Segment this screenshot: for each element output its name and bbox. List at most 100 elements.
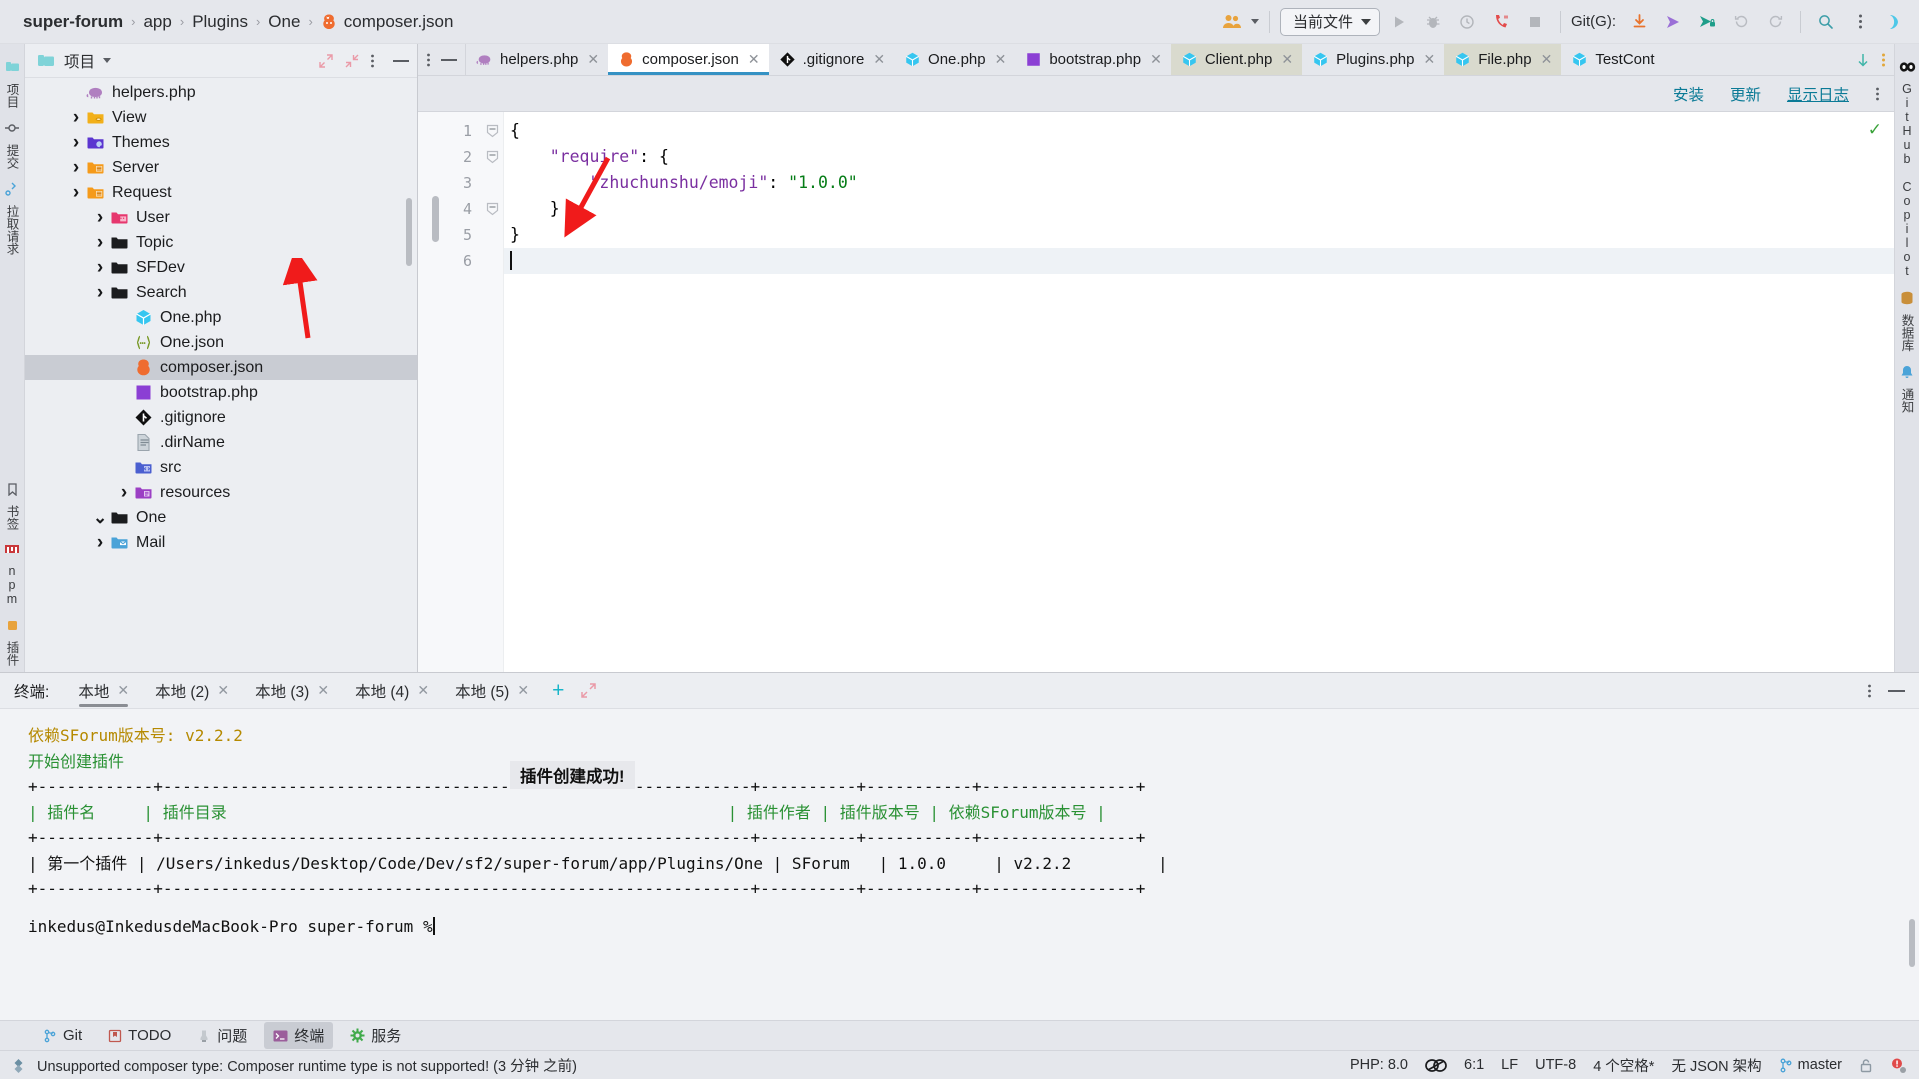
hide-terminal-icon[interactable] xyxy=(1888,689,1905,692)
project-tree[interactable]: helpers.php › View › Themes › Server › Request › U… xyxy=(25,78,417,672)
search-everywhere-icon[interactable] xyxy=(1811,7,1841,37)
maximize-terminal-icon[interactable] xyxy=(574,682,603,699)
chevron-right-icon[interactable]: › xyxy=(69,108,83,127)
hide-editor-icon[interactable] xyxy=(441,58,457,61)
php-version[interactable]: PHP: 8.0 xyxy=(1350,1057,1408,1073)
run-configuration-selector[interactable]: 当前文件 xyxy=(1279,7,1380,36)
editor-tab-testcont[interactable]: TestCont xyxy=(1561,44,1663,75)
tool-window-services[interactable]: 服务 xyxy=(341,1022,410,1049)
close-icon[interactable]: ✕ xyxy=(995,51,1007,68)
editor-fold-column[interactable] xyxy=(482,112,504,672)
sidebar-item-copilot-label[interactable]: GitHub Copilot xyxy=(1900,76,1914,284)
debug-icon[interactable] xyxy=(1418,7,1448,37)
close-icon[interactable]: ✕ xyxy=(587,51,599,68)
close-icon[interactable]: ✕ xyxy=(417,682,429,699)
breadcrumb-item-project[interactable]: super-forum xyxy=(16,10,130,34)
editor-code-area[interactable]: { "require": { "zhuchunshu/emoji": "1.0.… xyxy=(504,112,1894,672)
profiler-icon[interactable] xyxy=(1486,7,1516,37)
notification-icon[interactable] xyxy=(1900,365,1914,379)
sidebar-item-notifications-label[interactable]: 通知 xyxy=(1898,382,1917,419)
editor-tab-helpers-php[interactable]: helpers.php ✕ xyxy=(466,44,608,75)
sidebar-item-pull-request-label[interactable]: 拉取请求 xyxy=(3,199,22,261)
breadcrumb-item-one[interactable]: One xyxy=(261,10,307,34)
fold-collapse-icon[interactable] xyxy=(482,118,503,144)
breadcrumb-item-app[interactable]: app xyxy=(136,10,178,34)
collapse-all-icon[interactable] xyxy=(344,53,360,69)
close-icon[interactable]: ✕ xyxy=(748,51,760,68)
expand-all-icon[interactable] xyxy=(318,53,334,69)
close-icon[interactable]: ✕ xyxy=(217,682,229,699)
terminal-scrollbar-thumb[interactable] xyxy=(1909,919,1915,967)
line-separator[interactable]: LF xyxy=(1501,1057,1518,1073)
editor-tab-file-php[interactable]: File.php ✕ xyxy=(1444,44,1562,75)
tree-node-one-json[interactable]: One.json xyxy=(25,330,417,355)
sidebar-item-npm-label[interactable]: npm xyxy=(5,558,19,612)
chevron-right-icon[interactable]: › xyxy=(93,233,107,252)
more-options-icon[interactable] xyxy=(370,53,375,69)
sidebar-item-project-label[interactable]: 项目 xyxy=(3,77,22,114)
git-menu-label[interactable]: Git(G): xyxy=(1571,13,1616,30)
push-icon[interactable] xyxy=(1658,7,1688,37)
fold-collapse-icon[interactable] xyxy=(482,196,503,222)
code-line[interactable]: } xyxy=(504,196,1894,222)
tree-node-search[interactable]: › Search xyxy=(25,280,417,305)
people-icon[interactable] xyxy=(1217,7,1247,37)
chevron-right-icon[interactable]: › xyxy=(93,258,107,277)
tool-window-todo[interactable]: TODO xyxy=(99,1024,180,1047)
ai-assistant-icon[interactable] xyxy=(1879,7,1909,37)
json-schema[interactable]: 无 JSON 架构 xyxy=(1671,1055,1761,1076)
commit-icon[interactable] xyxy=(1692,7,1722,37)
tree-node-topic[interactable]: › Topic xyxy=(25,230,417,255)
chevron-right-icon[interactable]: › xyxy=(93,283,107,302)
tree-node-user[interactable]: › User xyxy=(25,205,417,230)
php-interpreter-icon[interactable] xyxy=(1425,1058,1447,1073)
inspection-ok-icon[interactable]: ✓ xyxy=(1868,120,1882,140)
terminal-tab-3[interactable]: 本地 (3) ✕ xyxy=(242,673,342,709)
close-icon[interactable]: ✕ xyxy=(117,682,129,699)
tree-node-dirname[interactable]: .dirName xyxy=(25,430,417,455)
event-log-icon[interactable] xyxy=(10,1057,27,1074)
run-icon[interactable] xyxy=(1384,7,1414,37)
editor-tab-bootstrap-php[interactable]: bootstrap.php ✕ xyxy=(1015,44,1170,75)
close-icon[interactable]: ✕ xyxy=(1424,51,1436,68)
more-options-icon[interactable] xyxy=(1881,52,1886,68)
commit-icon[interactable] xyxy=(5,121,19,135)
new-terminal-tab-button[interactable]: + xyxy=(542,679,574,703)
fold-collapse-icon[interactable] xyxy=(482,144,503,170)
tree-node-one-php[interactable]: One.php xyxy=(25,305,417,330)
code-editor[interactable]: 1 2 3 4 5 6 { "require": { "zhuchunshu/emoji"… xyxy=(418,112,1894,672)
show-log-button[interactable]: 显示日志 xyxy=(1787,83,1849,105)
plugin-icon[interactable] xyxy=(6,619,19,632)
redo-icon[interactable] xyxy=(1760,7,1790,37)
coverage-icon[interactable] xyxy=(1452,7,1482,37)
pull-request-icon[interactable] xyxy=(5,182,19,196)
code-line[interactable] xyxy=(504,248,1894,274)
tree-node-sfdev[interactable]: › SFDev xyxy=(25,255,417,280)
sidebar-item-commit-label[interactable]: 提交 xyxy=(3,138,22,175)
more-options-icon[interactable] xyxy=(426,52,431,68)
npm-icon[interactable] xyxy=(5,543,19,555)
tree-node-bootstrap-php[interactable]: bootstrap.php xyxy=(25,380,417,405)
bookmark-icon[interactable] xyxy=(6,483,19,496)
tool-window-terminal[interactable]: 终端 xyxy=(264,1022,334,1049)
terminal-tab-5[interactable]: 本地 (5) ✕ xyxy=(442,673,542,709)
lock-icon[interactable] xyxy=(1859,1058,1873,1073)
editor-tab-plugins-php[interactable]: Plugins.php ✕ xyxy=(1302,44,1444,75)
tree-node-view[interactable]: › View xyxy=(25,105,417,130)
terminal-output[interactable]: 依赖SForum版本号: v2.2.2 开始创建插件 +------------+-… xyxy=(0,709,1919,1020)
code-line[interactable]: } xyxy=(504,222,1894,248)
close-icon[interactable]: ✕ xyxy=(873,51,885,68)
project-icon[interactable] xyxy=(5,59,20,74)
terminal-tab-4[interactable]: 本地 (4) ✕ xyxy=(342,673,442,709)
status-bar-message[interactable]: Unsupported composer type: Composer runt… xyxy=(37,1055,577,1076)
code-line[interactable]: "require": { xyxy=(504,144,1894,170)
code-line[interactable]: { xyxy=(504,118,1894,144)
code-line[interactable]: "zhuchunshu/emoji": "1.0.0" xyxy=(504,170,1894,196)
close-icon[interactable]: ✕ xyxy=(1281,51,1293,68)
chevron-right-icon[interactable]: › xyxy=(117,483,131,502)
indent-size[interactable]: 4 个空格* xyxy=(1593,1055,1654,1076)
chevron-down-icon[interactable]: ⌄ xyxy=(93,509,107,526)
database-icon[interactable] xyxy=(1900,291,1914,305)
breadcrumb-item-file[interactable]: composer.json xyxy=(344,10,461,34)
stop-icon[interactable] xyxy=(1520,7,1550,37)
